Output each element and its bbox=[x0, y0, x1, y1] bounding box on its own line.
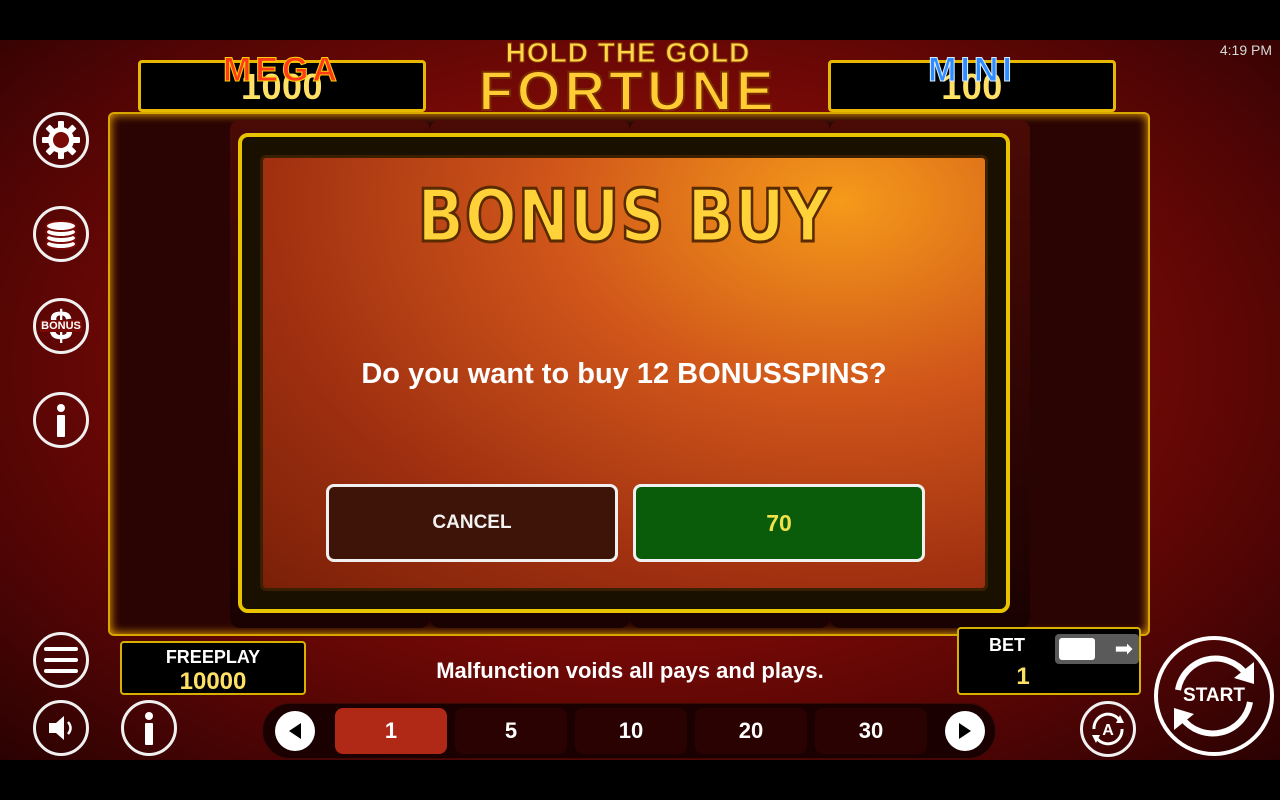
info-icon bbox=[145, 712, 153, 745]
info-icon bbox=[57, 404, 65, 437]
chevron-right-icon bbox=[959, 723, 971, 739]
info-button[interactable] bbox=[121, 700, 177, 756]
mini-jackpot-label: MINI bbox=[928, 51, 1016, 89]
coins-button[interactable] bbox=[33, 206, 89, 262]
bet-selector: 1 5 10 20 30 bbox=[262, 703, 996, 759]
bet-selector-toggle[interactable]: ➡ bbox=[1055, 634, 1139, 664]
bonus-buy-dialog: BONUS BUY Do you want to buy 12 BONUSSPI… bbox=[238, 133, 1010, 613]
chevron-left-icon bbox=[289, 723, 301, 739]
bet-option[interactable]: 30 bbox=[815, 708, 927, 754]
start-spin-button[interactable]: START bbox=[1154, 636, 1274, 756]
toggle-knob bbox=[1059, 638, 1095, 660]
bonus-dollar-icon: $ BONUS bbox=[37, 302, 85, 350]
cancel-button[interactable]: CANCEL bbox=[326, 484, 618, 562]
dialog-title: BONUS BUY bbox=[416, 174, 831, 258]
autoplay-icon: A bbox=[1092, 712, 1124, 746]
bet-panel: BET 1 ➡ bbox=[957, 627, 1141, 695]
autoplay-label: A bbox=[1102, 722, 1114, 739]
bet-value: 1 bbox=[1016, 663, 1030, 690]
bonus-buy-dialog-panel: BONUS BUY Do you want to buy 12 BONUSSPI… bbox=[260, 155, 988, 591]
confirm-buy-button[interactable]: 70 bbox=[633, 484, 925, 562]
gear-icon bbox=[42, 121, 80, 159]
bet-option[interactable]: 5 bbox=[455, 708, 567, 754]
paytable-info-button[interactable] bbox=[33, 392, 89, 448]
autoplay-button[interactable]: A bbox=[1080, 701, 1136, 757]
dialog-question: Do you want to buy 12 BONUSSPINS? bbox=[361, 358, 887, 390]
game-logo: HOLD THE GOLD FORTUNE bbox=[462, 40, 794, 122]
bonus-buy-button[interactable]: $ BONUS bbox=[33, 298, 89, 354]
disclaimer-text: Malfunction voids all pays and plays. bbox=[436, 658, 824, 683]
bet-option[interactable]: 1 bbox=[335, 708, 447, 754]
speaker-icon bbox=[49, 716, 72, 740]
sound-button[interactable] bbox=[33, 700, 89, 756]
hamburger-menu-icon bbox=[44, 647, 78, 673]
spin-arrows-icon bbox=[1174, 655, 1254, 737]
bottom-letterbox bbox=[0, 760, 1280, 800]
menu-button[interactable] bbox=[33, 632, 89, 688]
bonus-icon-text: BONUS bbox=[40, 320, 82, 332]
top-letterbox bbox=[0, 0, 1280, 40]
game-screen: 4:19 PM MEGA 1000 HOLD THE GOLD FORTUNE … bbox=[0, 40, 1280, 760]
freeplay-balance: FREEPLAY 10000 bbox=[120, 641, 306, 695]
bet-next-button[interactable] bbox=[945, 711, 985, 751]
bet-option[interactable]: 20 bbox=[695, 708, 807, 754]
mega-jackpot: MEGA 1000 bbox=[138, 53, 426, 112]
bet-prev-button[interactable] bbox=[275, 711, 315, 751]
freeplay-value: 10000 bbox=[179, 668, 247, 695]
status-clock: 4:19 PM bbox=[1219, 42, 1272, 58]
bet-label: BET bbox=[989, 635, 1025, 655]
mini-jackpot: MINI 100 bbox=[828, 53, 1116, 112]
logo-title: FORTUNE bbox=[478, 59, 778, 122]
coins-icon bbox=[45, 220, 77, 250]
bet-option[interactable]: 10 bbox=[575, 708, 687, 754]
mega-jackpot-label: MEGA bbox=[223, 51, 341, 89]
settings-button[interactable] bbox=[33, 112, 89, 168]
freeplay-label: FREEPLAY bbox=[165, 647, 261, 667]
arrow-right-icon: ➡ bbox=[1114, 636, 1133, 661]
